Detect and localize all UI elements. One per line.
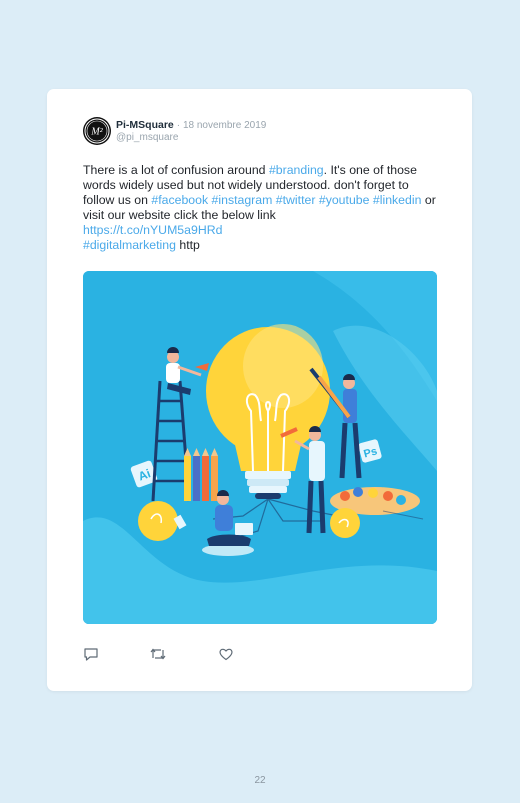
retweet-button[interactable] [149, 646, 167, 662]
reply-icon [84, 648, 98, 661]
small-lightbulb-right-icon [330, 508, 360, 538]
hashtag-instagram[interactable]: #instagram [212, 193, 273, 207]
lightbulb-illustration-icon: Ai Ps [83, 271, 437, 624]
svg-text:M²: M² [90, 127, 103, 138]
tweet-text: There is a lot of confusion around #bran… [83, 163, 443, 253]
text-segment: There is a lot of confusion around [83, 163, 269, 177]
text-segment: http [175, 238, 200, 252]
short-url-link[interactable]: https://t.co/nYUM5a9HRd [83, 223, 222, 237]
like-button[interactable] [218, 646, 236, 662]
tweet-actions [83, 646, 283, 664]
like-icon [219, 648, 233, 661]
author-line: Pi-MSquare · 18 novembre 2019 [116, 119, 266, 131]
tweet-date[interactable]: 18 novembre 2019 [183, 120, 266, 131]
hashtag-youtube[interactable]: #youtube [319, 193, 370, 207]
hashtag-linkedin[interactable]: #linkedin [373, 193, 422, 207]
page-number: 22 [254, 775, 266, 786]
retweet-icon [150, 648, 166, 660]
tweet-image[interactable]: Ai Ps [83, 271, 437, 624]
hashtag-digitalmarketing[interactable]: #digitalmarketing [83, 238, 176, 252]
author-handle[interactable]: @pi_msquare [116, 132, 178, 143]
reply-button[interactable] [83, 646, 101, 662]
avatar-logo-icon: M² [84, 118, 110, 144]
tweet-card: M² Pi-MSquare · 18 novembre 2019 @pi_msq… [47, 89, 472, 691]
hashtag-twitter[interactable]: #twitter [276, 193, 316, 207]
hashtag-branding[interactable]: #branding [269, 163, 324, 177]
separator-dot: · [176, 120, 181, 131]
hashtag-facebook[interactable]: #facebook [151, 193, 208, 207]
avatar[interactable]: M² [83, 117, 111, 145]
author-name[interactable]: Pi-MSquare [116, 119, 174, 131]
